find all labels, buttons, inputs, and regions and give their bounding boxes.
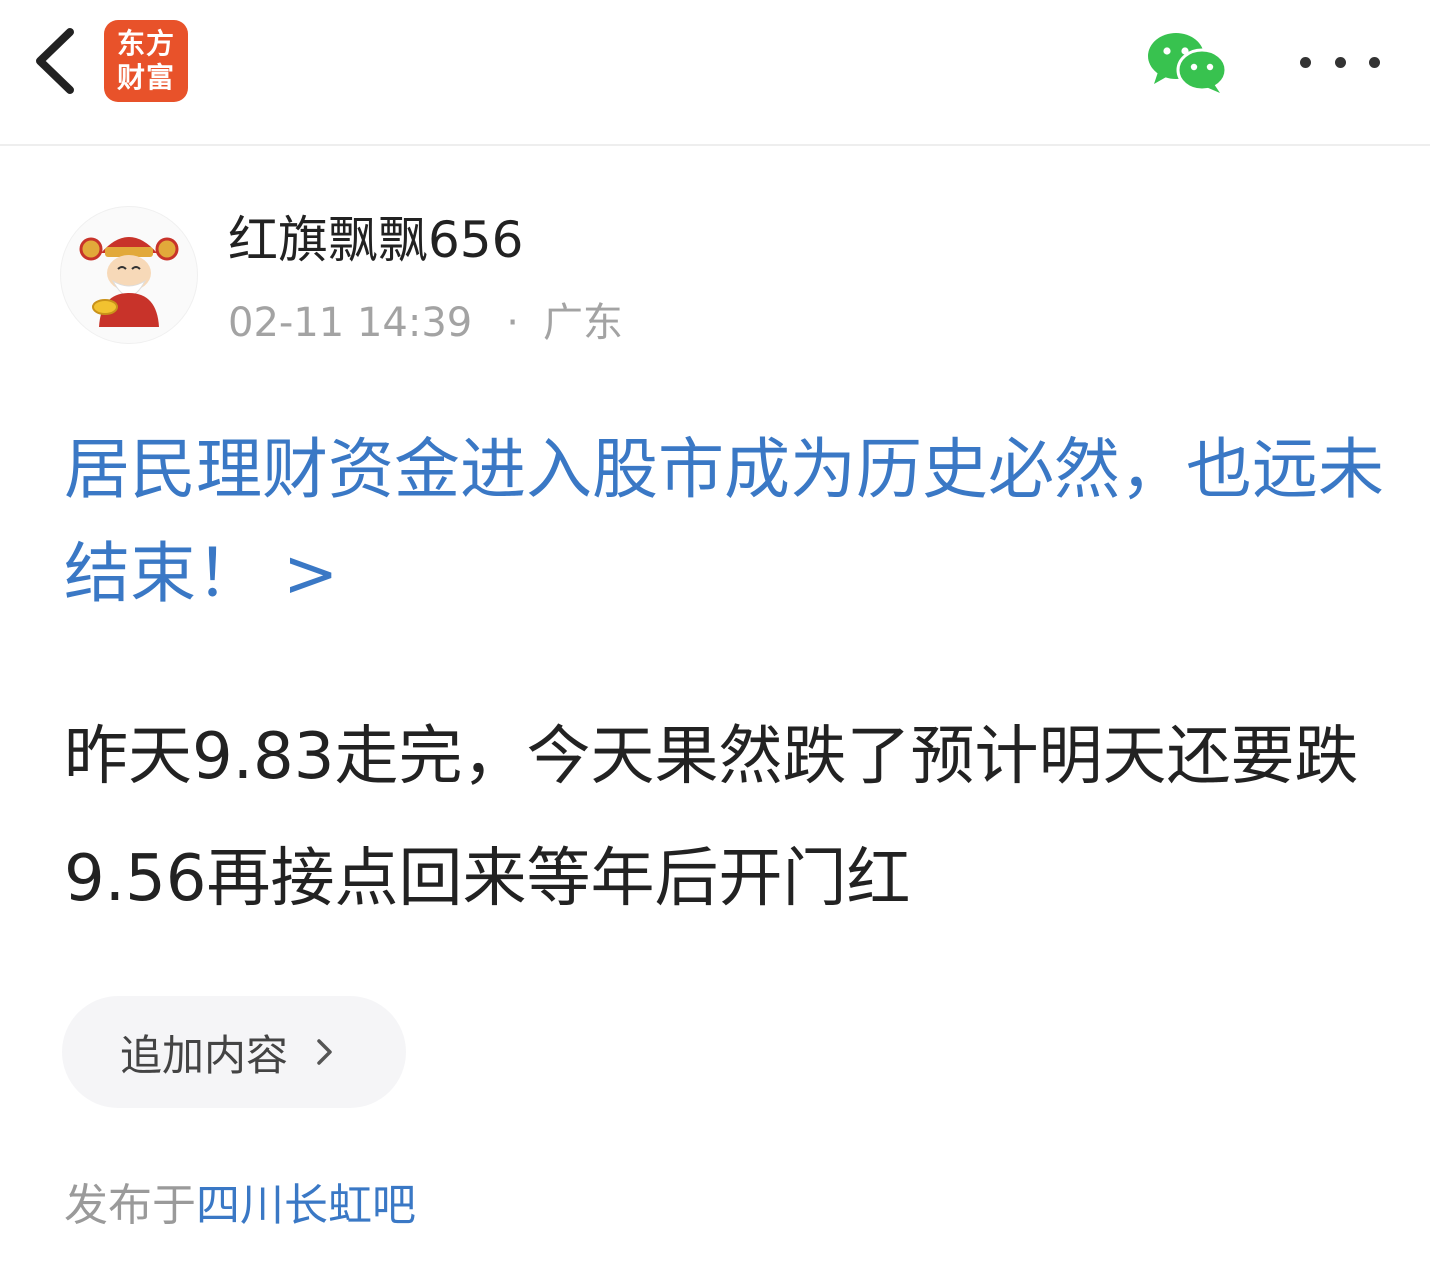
more-dots-icon (1369, 56, 1380, 68)
post-time: 02-11 14:39 (228, 300, 473, 346)
logo-line-1: 东方 (116, 27, 175, 60)
logo-line-2: 财富 (116, 61, 175, 94)
chevron-right-icon (317, 1039, 332, 1065)
author-name[interactable]: 红旗飘飘656 (228, 208, 523, 272)
more-dots-icon (1334, 56, 1346, 68)
forum-link[interactable]: 四川长虹吧 (196, 1180, 416, 1231)
more-options-button[interactable] (1300, 40, 1380, 84)
published-prefix: 发布于 (64, 1180, 196, 1231)
chevron-left-icon (36, 28, 74, 94)
wechat-icon (1148, 33, 1228, 93)
post-meta: 02-11 14:39 · 广东 (228, 298, 623, 348)
back-button[interactable] (28, 26, 84, 96)
post-body: 昨天9.83走完，今天果然跌了预计明天还要跌9.56再接点回来等年后开门红 (64, 720, 1359, 916)
author-avatar[interactable] (60, 206, 198, 344)
published-in: 发布于四川长虹吧 (64, 1176, 416, 1236)
meta-separator: · (506, 300, 519, 346)
post-location: 广东 (542, 300, 623, 346)
top-navigation-bar: 东方 财富 (0, 0, 1430, 146)
app-logo: 东方 财富 (104, 20, 188, 102)
append-content-button[interactable]: 追加内容 (62, 996, 406, 1108)
wechat-share-button[interactable] (1146, 30, 1228, 94)
append-content-label: 追加内容 (120, 1030, 289, 1080)
more-dots-icon (1300, 56, 1311, 68)
caishen-avatar (79, 237, 179, 327)
post-title-link[interactable]: 居民理财资金进入股市成为历史必然，也远未结束！ > (64, 418, 1384, 626)
